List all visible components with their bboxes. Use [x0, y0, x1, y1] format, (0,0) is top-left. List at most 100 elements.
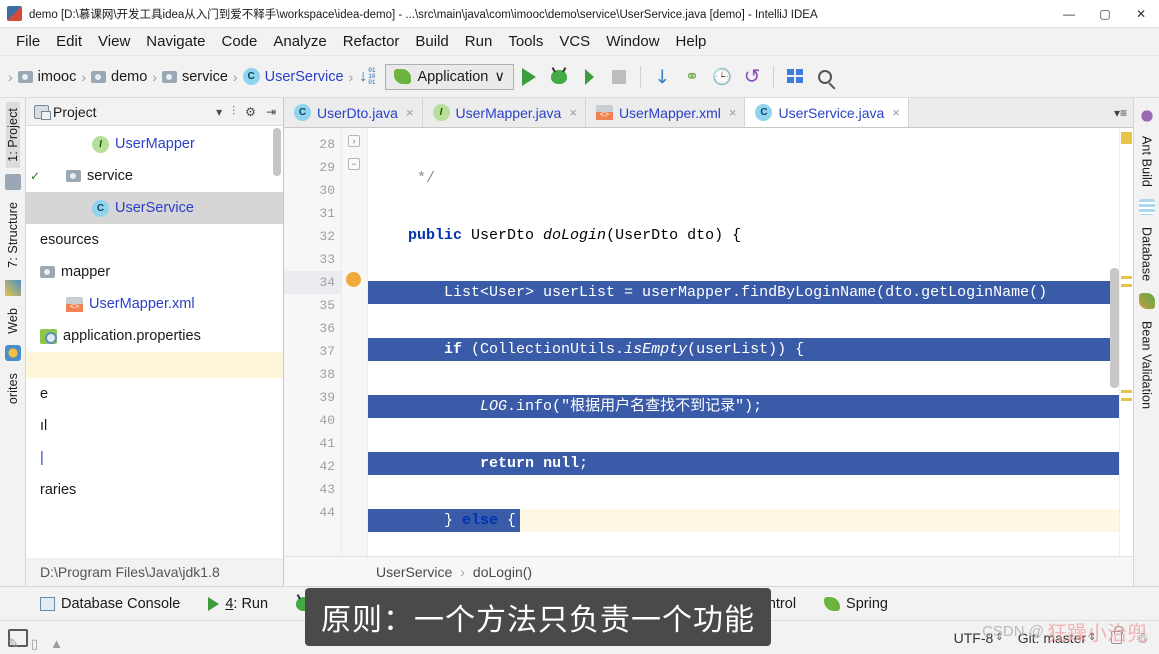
code-text-area[interactable]: */ public UserDto doLogin(UserDto dto) {… [368, 128, 1119, 556]
warning-marker[interactable] [1121, 284, 1132, 287]
sidebar-item-project[interactable]: 1: Project [5, 102, 20, 168]
project-tree[interactable]: I UserMapper ✓ service C UserService eso… [26, 126, 283, 558]
fold-marker-method[interactable]: − [348, 158, 360, 170]
menu-edit[interactable]: Edit [48, 31, 90, 52]
menu-window[interactable]: Window [598, 31, 667, 52]
undo-icon: ↺ [743, 65, 761, 88]
menu-analyze[interactable]: Analyze [265, 31, 334, 52]
collapse-all-icon[interactable]: ⫶ [229, 104, 238, 119]
tab-usermapper-xml[interactable]: UserMapper.xml × [586, 98, 746, 127]
maximize-button[interactable]: ▢ [1087, 0, 1123, 28]
breadcrumb-class[interactable]: UserService [376, 564, 452, 580]
commit-button[interactable]: ⚭ [677, 62, 707, 92]
tab-userdto-java[interactable]: C UserDto.java × [284, 98, 423, 127]
editor-tab-bar: C UserDto.java × I UserMapper.java × Use… [284, 98, 1133, 128]
intellij-idea-window: demo [D:\慕课网\开发工具idea从入门到爱不释手\workspace\… [0, 0, 1159, 654]
interface-icon: I [92, 135, 109, 153]
menu-build[interactable]: Build [407, 31, 456, 52]
code-editor[interactable]: 28 29 30 31 32 33 34 35 36 37 38 39 40 4… [284, 128, 1133, 556]
vcs-history-button[interactable]: 🕒 [707, 62, 737, 92]
tree-item-mapper-folder[interactable]: mapper [26, 256, 283, 288]
tree-item-resources[interactable]: esources [26, 224, 283, 256]
tab-userservice-java[interactable]: C UserService.java × [745, 98, 909, 127]
tree-item-partial-2[interactable]: | [26, 442, 283, 474]
tree-item-usermapper-interface[interactable]: I UserMapper [26, 128, 283, 160]
stop-button[interactable] [604, 62, 634, 92]
menu-refactor[interactable]: Refactor [335, 31, 408, 52]
warning-marker[interactable] [1121, 390, 1132, 393]
sidebar-item-database[interactable]: Database [1140, 221, 1154, 287]
sidebar-item-favorites[interactable]: orites [6, 367, 20, 410]
code-line: public UserDto doLogin(UserDto dto) { [408, 227, 742, 244]
stop-icon [612, 69, 626, 84]
fold-marker-comment[interactable]: › [348, 135, 360, 147]
xml-file-icon [595, 105, 613, 120]
bottom-item-run[interactable]: 4: Run [194, 596, 282, 612]
close-icon[interactable]: × [729, 105, 737, 120]
debug-icon [551, 69, 567, 84]
tree-item-usermapper-xml[interactable]: UserMapper.xml [26, 288, 283, 320]
tree-item-application-properties[interactable]: application.properties [26, 320, 283, 352]
tree-item-service-folder[interactable]: ✓ service [26, 160, 283, 192]
close-icon[interactable]: × [406, 105, 414, 120]
bottom-item-spring[interactable]: Spring [810, 596, 902, 612]
code-folding-gutter[interactable]: › − [342, 128, 368, 556]
sidebar-item-bean-validation[interactable]: Bean Validation [1140, 315, 1154, 415]
commit-icon: ⚭ [684, 66, 700, 86]
breakpoint-icon[interactable] [346, 272, 361, 287]
menu-file[interactable]: File [8, 31, 48, 52]
database-console-icon [40, 596, 55, 611]
navbar-crumb-service[interactable]: service [159, 67, 231, 87]
minimize-button[interactable]: — [1051, 0, 1087, 28]
bottom-item-database-console[interactable]: Database Console [26, 596, 194, 612]
editor-marker-gutter[interactable] [1119, 128, 1133, 556]
navbar-crumb-imooc[interactable]: imooc [15, 67, 80, 87]
tab-usermapper-java[interactable]: I UserMapper.java × [423, 98, 586, 127]
database-button[interactable] [780, 62, 810, 92]
menu-run[interactable]: Run [457, 31, 501, 52]
breadcrumb-sep-3: › [232, 68, 238, 85]
navbar-crumb-demo[interactable]: demo [88, 67, 150, 87]
menu-help[interactable]: Help [668, 31, 715, 52]
close-button[interactable]: ✕ [1123, 0, 1159, 28]
close-icon[interactable]: × [892, 105, 900, 120]
tab-overflow-button[interactable]: ▾≡ [1108, 98, 1133, 127]
code-line: } else { [368, 509, 1119, 532]
tree-item-partial-0[interactable]: e [26, 378, 283, 410]
line-number-gutter[interactable]: 28 29 30 31 32 33 34 35 36 37 38 39 40 4… [284, 128, 342, 556]
project-view-chevron-icon[interactable]: ▾ [213, 105, 225, 119]
debug-button[interactable] [544, 62, 574, 92]
revert-button[interactable]: ↺ [737, 62, 767, 92]
sidebar-item-ant-build[interactable]: Ant Build [1140, 130, 1154, 193]
menu-tools[interactable]: Tools [500, 31, 551, 52]
tree-item-userservice-class[interactable]: C UserService [26, 192, 283, 224]
update-project-button[interactable]: ↘ [647, 62, 677, 92]
jdk-path-row[interactable]: D:\Program Files\Java\jdk1.8 [26, 558, 283, 586]
warning-marker[interactable] [1121, 398, 1132, 401]
left-tool-window-bar: 1: Project 7: Structure Web orites [0, 98, 26, 586]
sort-binary-icon[interactable]: ↓ 01 10 01 [359, 67, 375, 86]
search-everywhere-button[interactable] [810, 62, 840, 92]
sidebar-item-structure[interactable]: 7: Structure [6, 196, 20, 274]
run-configuration-selector[interactable]: Application ∨ [385, 63, 514, 90]
hide-panel-icon[interactable]: ⇥ [263, 105, 279, 119]
editor-vertical-scrollbar[interactable] [1110, 268, 1119, 388]
tree-item-partial-1[interactable]: ıl [26, 410, 283, 442]
menu-code[interactable]: Code [213, 31, 265, 52]
menu-vcs[interactable]: VCS [551, 31, 598, 52]
line-number: 39 [319, 390, 335, 405]
menu-navigate[interactable]: Navigate [138, 31, 213, 52]
class-icon: C [242, 68, 260, 85]
run-button[interactable] [514, 62, 544, 92]
gear-icon[interactable]: ⚙ [242, 105, 259, 119]
sidebar-item-web[interactable]: Web [6, 302, 20, 340]
menu-view[interactable]: View [90, 31, 138, 52]
breadcrumb-method[interactable]: doLogin() [473, 564, 532, 580]
navbar-crumb-userservice[interactable]: C UserService [240, 66, 347, 87]
warning-marker[interactable] [1121, 276, 1132, 279]
tab-label: UserMapper.xml [618, 104, 721, 121]
run-with-coverage-button[interactable] [574, 62, 604, 92]
database-grid-icon [786, 68, 804, 85]
tree-item-libraries[interactable]: raries [26, 474, 283, 506]
close-icon[interactable]: × [569, 105, 577, 120]
